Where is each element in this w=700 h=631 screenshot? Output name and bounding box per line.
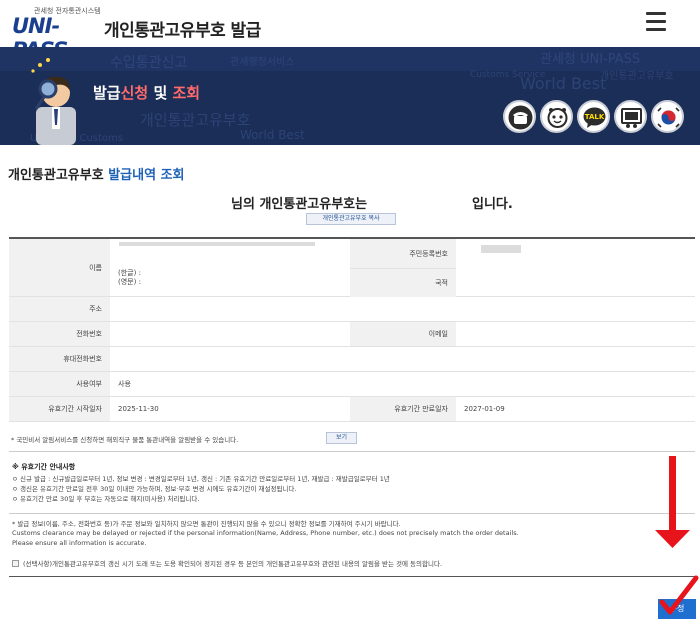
banner-quick-icons: TALK [503,100,684,134]
red-arrow-checkmark-annotation [655,456,699,615]
table-row-mobile: 휴대전화번호 [9,347,695,372]
notification-consent[interactable]: (선택사항)개인통관고유부호의 갱신 시기 도래 또는 도용 확인되어 정지된 … [12,558,442,568]
section-title-highlight: 발급내역 조회 [108,168,185,183]
usage-value: 사용 [118,380,131,388]
hamburger-menu-icon[interactable] [646,12,666,34]
redacted-name [119,242,315,246]
svg-text:Customs Service: Customs Service [470,70,546,80]
headline-left: 님의 개인통관고유부호는 [231,197,368,212]
name-english: (영문) : [118,278,141,286]
consent-label: (선택사항)개인통관고유부호의 갱신 시기 도래 또는 도용 확인되어 정지된 … [23,560,443,568]
svg-text:개인통관고유부호: 개인통관고유부호 [600,70,674,82]
divider [9,576,695,577]
banner-title-and: 및 [148,84,173,102]
banner-title: 발급신청 및 조회 [93,82,200,103]
consent-checkbox[interactable] [12,559,19,567]
banner-title-lookup: 조회 [172,84,201,102]
address-label: 주소 [9,297,110,321]
table-row-validity: 유효기간 시작일자 2025-11-30 유효기간 만료일자 2027-01-0… [9,397,695,422]
end-date-label: 유효기간 만료일자 [350,397,456,421]
chatbot-icon[interactable] [540,100,573,133]
table-row-address: 주소 [9,297,695,322]
rrn-label: 주민등록번호 [350,239,456,268]
table-row-phone: 전화번호 이메일 [9,322,695,347]
start-date-label: 유효기간 시작일자 [9,397,110,421]
korea-emblem-icon[interactable] [651,100,684,133]
guide-line-2: ㅇ 갱신은 유효기간 만료일 전후 30일 이내만 가능하며, 정보·부호 변경… [12,485,297,493]
guide-line-3: ㅇ 유효기간 만료 30일 후 부호는 자동으로 해지(미사용) 처리됩니다. [12,495,200,503]
name-label: 이름 [9,239,110,296]
presentation-icon[interactable] [614,100,647,133]
end-date-value: 2027-01-09 [464,405,505,413]
banner-title-issue: 발급 [93,84,121,102]
phone-icon[interactable] [503,100,536,133]
table-row-usage: 사용여부 사용 [9,372,695,397]
notice-text: * 국민비서 알림서비스를 신청하면 해외직구 물품 통관내역을 알림받을 수 … [11,436,239,444]
copy-code-button[interactable]: 개인통관고유부호 복사 [306,213,396,225]
info-table: 이름 (한글) : (영문) : 주민등록번호 국적 주소 전화번호 이메일 휴… [9,237,695,422]
usage-label: 사용여부 [9,372,110,396]
headline-right: 입니다. [472,197,513,212]
validity-guide: ※ 유효기간 안내사항 ㅇ 신규 발급 : 신규발급일로부터 1년, 정보 변경… [9,451,695,514]
email-label: 이메일 [350,322,456,346]
section-title: 개인통관고유부호 발급내역 조회 [8,164,185,183]
table-row-name: 이름 (한글) : (영문) : 주민등록번호 국적 [9,239,695,297]
section-title-prefix: 개인통관고유부호 [8,168,109,183]
mobile-label: 휴대전화번호 [9,347,110,371]
top-bar: 관세청 전자통관시스템 UNI-PASS 개인통관고유부호 발급 [0,0,700,62]
svg-text:수입통관신고: 수입통관신고 [110,55,187,71]
svg-text:관세청 UNI-PASS: 관세청 UNI-PASS [540,52,640,67]
page-title: 개인통관고유부호 발급 [104,21,261,41]
phone-label: 전화번호 [9,322,110,346]
redacted-rrn [481,245,521,253]
svg-text:관세행정서비스: 관세행정서비스 [230,56,294,68]
svg-text:개인통관고유부호: 개인통관고유부호 [140,111,251,129]
warning-english-2: Please ensure all information is accurat… [12,539,147,547]
guide-title: ※ 유효기간 안내사항 [12,463,76,471]
start-date-value: 2025-11-30 [118,405,159,413]
name-values: (한글) : (영문) : [110,269,350,291]
talk-icon-label: TALK [585,113,605,121]
warning-korean: * 발급 정보(이름, 주소, 전화번호 등)가 주문 정보와 일치하지 않으면… [12,520,401,528]
name-korean: (한글) : [118,269,141,277]
view-button[interactable]: 보기 [326,432,357,444]
hero-banner: 수입통관신고 관세행정서비스 관세청 UNI-PASS World Best 개… [0,47,700,145]
banner-title-apply: 신청 [120,84,149,102]
code-headline: 님의 개인통관고유부호는 입니다. [0,193,700,212]
unipass-logo[interactable]: 관세청 전자통관시스템 UNI-PASS [12,6,101,62]
nation-label: 국적 [350,268,456,297]
warning-english-1: Customs clearance may be delayed or reje… [12,529,519,537]
svg-text:World Best: World Best [240,128,305,142]
guide-line-1: ㅇ 신규 발급 : 신규발급일로부터 1년, 정보 변경 : 변경일로부터 1년… [12,475,390,483]
talk-icon[interactable]: TALK [577,100,610,133]
